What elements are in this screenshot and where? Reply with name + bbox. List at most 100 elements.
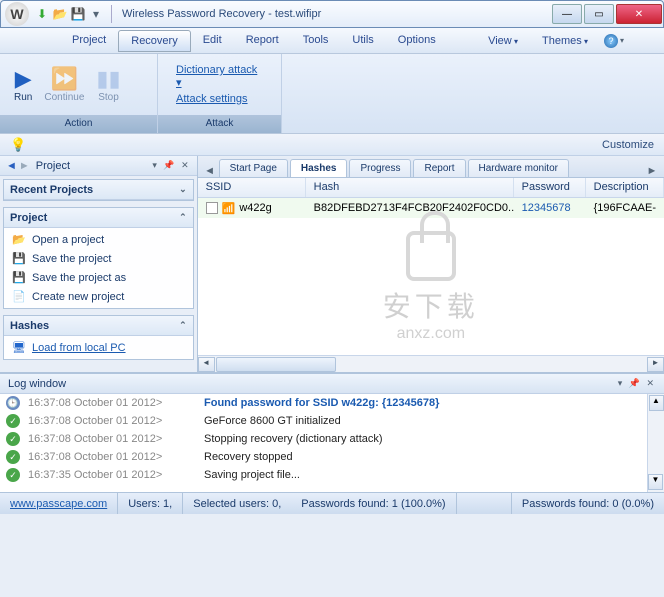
menu-project[interactable]: Project [60,30,118,52]
run-label: Run [14,92,32,103]
check-icon: ✓ [6,414,20,428]
log-controls[interactable]: ▾ 📌 ✕ [618,378,656,389]
close-button[interactable]: ✕ [616,4,662,24]
help-icon[interactable]: ? [604,34,618,48]
forward-icon: ⏩ [51,66,78,92]
wifi-icon: 📶 [222,202,236,215]
item-icon: 💾 [12,271,26,284]
item-label: Create new project [32,291,124,303]
project-section-header[interactable]: Project ⌃ [4,208,193,228]
content-panel: ◄ Start PageHashesProgressReportHardware… [198,156,664,372]
item-icon: 💾 [12,252,26,265]
col-description[interactable]: Description [586,178,664,197]
log-row: ✓ 16:37:08 October 01 2012> Recovery stopp… [0,448,664,466]
attack-settings-link[interactable]: Attack settings [176,93,263,105]
hashes-section-label: Hashes [10,320,49,332]
nav-back-icon[interactable]: ◄ [6,160,17,172]
bulb-icon[interactable]: 💡 [10,137,26,153]
nav-fwd-icon[interactable]: ► [19,160,30,172]
hashes-section-header[interactable]: Hashes ⌃ [4,316,193,336]
recent-projects-section: Recent Projects ⌄ [3,179,194,201]
tab-hardware-monitor[interactable]: Hardware monitor [468,159,569,177]
col-password[interactable]: Password [514,178,586,197]
col-hash[interactable]: Hash [306,178,514,197]
panel-controls[interactable]: ▾ 📌 ✕ [152,160,190,171]
tree-item[interactable]: 📂 Open a project [4,230,193,249]
recent-projects-header[interactable]: Recent Projects ⌄ [4,180,193,200]
play-icon: ▶ [15,66,32,92]
scroll-thumb[interactable] [216,357,336,372]
customize-link[interactable]: Customize [602,139,654,151]
menu-tools[interactable]: Tools [291,30,341,52]
tree-item[interactable]: 💾 Save the project [4,249,193,268]
scroll-right-icon[interactable]: ► [647,357,664,372]
tab-progress[interactable]: Progress [349,159,411,177]
log-panel: Log window ▾ 📌 ✕ 🕒16:37:08 October 01 20… [0,372,664,492]
separator [111,5,112,23]
check-icon: ✓ [6,468,20,482]
app-icon: W [5,2,29,26]
load-local-pc-label: Load from local PC [32,342,126,354]
log-timestamp: 16:37:08 October 01 2012> [28,433,196,445]
log-message: Stopping recovery (dictionary attack) [204,433,383,445]
scroll-down-icon[interactable]: ▼ [648,474,663,490]
log-row: ✓ 16:37:08 October 01 2012> Stopping recov… [0,430,664,448]
help-dropdown-icon[interactable]: ▾ [620,36,624,45]
tree-item[interactable]: 💾Save the project as [4,268,193,287]
menu-utils[interactable]: Utils [340,30,385,52]
maximize-button[interactable]: ▭ [584,4,614,24]
menu-themes[interactable]: Themes [530,31,600,51]
status-url-link[interactable]: www.passcape.com [10,498,107,510]
tab-next-icon[interactable]: ► [644,165,660,177]
tab-prev-icon[interactable]: ◄ [202,165,218,177]
row-checkbox[interactable] [206,202,218,214]
tab-hashes[interactable]: Hashes [290,159,348,177]
tab-report[interactable]: Report [413,159,465,177]
ribbon: ▶ Run ⏩ Continue ▮▮ Stop Action Dictiona… [0,54,664,134]
col-ssid[interactable]: SSID [198,178,306,197]
item-label: Save the project [32,253,112,265]
cell-description: {196FCAAE- [586,202,664,214]
table-row[interactable]: 📶w422gB82DFEBD2713F4FCB20F2402F0CD0...12… [198,198,664,218]
watermark-cn: 安下载 [383,285,479,325]
continue-button[interactable]: ⏩ Continue [38,64,90,105]
attack-method-link[interactable]: Dictionary attack ▾ [176,64,263,89]
menu-recovery[interactable]: Recovery [118,30,190,52]
load-local-pc-item[interactable]: 🖥 Load from local PC [4,338,193,357]
item-icon: 📂 [12,233,26,246]
clock-icon: 🕒 [6,396,20,410]
menu-options[interactable]: Options [386,30,448,52]
menu-report[interactable]: Report [234,30,291,52]
status-url[interactable]: www.passcape.com [0,493,118,514]
log-body: 🕒16:37:08 October 01 2012>Found password… [0,394,664,492]
log-message: Saving project file... [204,469,300,481]
quick-download-icon[interactable]: ⬇ [35,7,49,21]
hashes-section: Hashes ⌃ 🖥 Load from local PC [3,315,194,360]
tree-item[interactable]: 📄Create new project [4,287,193,306]
check-icon: ✓ [6,450,20,464]
scroll-up-icon[interactable]: ▲ [649,395,664,411]
quick-more-icon[interactable]: ▾ [89,7,103,21]
status-users: Users: 1, [118,493,183,514]
run-button[interactable]: ▶ Run [8,64,38,105]
menu-view[interactable]: View [476,31,530,51]
stop-button[interactable]: ▮▮ Stop [90,64,126,105]
tab-start-page[interactable]: Start Page [219,159,288,177]
horizontal-scrollbar[interactable]: ◄ ► [198,355,664,372]
quick-save-icon[interactable]: 💾 [71,7,85,21]
chevron-up-icon: ⌃ [179,212,187,223]
menubar: ProjectRecoveryEditReportToolsUtilsOptio… [0,28,664,54]
scroll-left-icon[interactable]: ◄ [198,357,215,372]
item-label: Open a project [32,234,104,246]
cell-ssid: w422g [239,202,271,214]
log-timestamp: 16:37:08 October 01 2012> [28,451,196,463]
log-timestamp: 16:37:08 October 01 2012> [28,397,196,409]
log-vertical-scrollbar[interactable]: ▲ ▼ [647,394,664,492]
minimize-button[interactable]: — [552,4,582,24]
check-icon: ✓ [6,432,20,446]
cell-password: 12345678 [514,202,586,214]
log-message: Recovery stopped [204,451,293,463]
menu-edit[interactable]: Edit [191,30,234,52]
log-timestamp: 16:37:35 October 01 2012> [28,469,196,481]
quick-open-icon[interactable]: 📂 [53,7,67,21]
